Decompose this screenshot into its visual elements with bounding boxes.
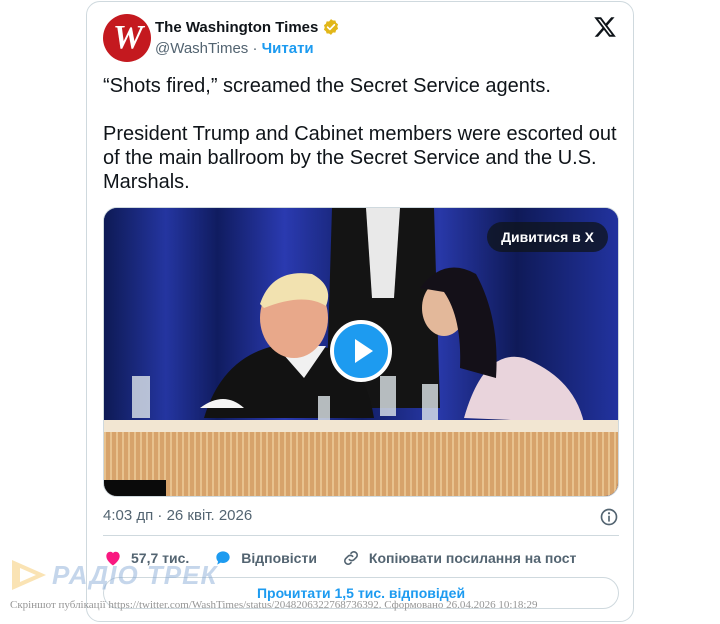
timestamp[interactable]: 4:03 дп · 26 квіт. 2026 xyxy=(103,507,252,524)
tweet-text-line: President Trump and Cabinet members were… xyxy=(103,123,617,193)
link-icon xyxy=(343,551,358,565)
separator: · xyxy=(252,40,258,57)
divider xyxy=(103,535,619,536)
watch-on-x-button[interactable]: Дивитися в X xyxy=(487,222,608,252)
watermark-logo-text: РАДІО ТРЕК xyxy=(52,559,218,590)
x-logo-icon[interactable] xyxy=(593,15,617,39)
follow-link[interactable]: Читати xyxy=(262,40,314,57)
author-handle[interactable]: @WashTimes xyxy=(155,40,248,57)
play-triangle-logo-icon xyxy=(12,560,46,590)
handle-row: @WashTimes · Читати xyxy=(155,40,314,57)
avatar[interactable]: W xyxy=(103,14,151,62)
copy-link-button[interactable]: Копіювати посилання на пост xyxy=(341,548,576,568)
tweet-text: “Shots fired,” screamed the Secret Servi… xyxy=(103,74,623,194)
author-row: The Washington Times xyxy=(155,18,340,36)
tweet-card: W The Washington Times @WashTimes · Чита… xyxy=(86,1,634,622)
tweet-text-line: “Shots fired,” screamed the Secret Servi… xyxy=(103,75,551,97)
meta-row: 4:03 дп · 26 квіт. 2026 xyxy=(103,507,619,527)
copy-link-label: Копіювати посилання на пост xyxy=(368,550,577,566)
reply-label: Відповісти xyxy=(241,550,317,566)
reply-button[interactable]: Відповісти xyxy=(213,548,317,568)
video-player[interactable]: Дивитися в X xyxy=(103,207,619,497)
play-icon xyxy=(355,339,373,363)
verified-badge-icon xyxy=(324,19,339,35)
avatar-letter: W xyxy=(112,19,143,56)
info-icon[interactable] xyxy=(599,507,619,527)
watermark-caption: Скріншот публікації https://twitter.com/… xyxy=(10,599,538,611)
author-name[interactable]: The Washington Times xyxy=(155,19,318,36)
play-button[interactable] xyxy=(330,320,392,382)
watermark-logo: РАДІО ТРЕК xyxy=(10,558,217,592)
